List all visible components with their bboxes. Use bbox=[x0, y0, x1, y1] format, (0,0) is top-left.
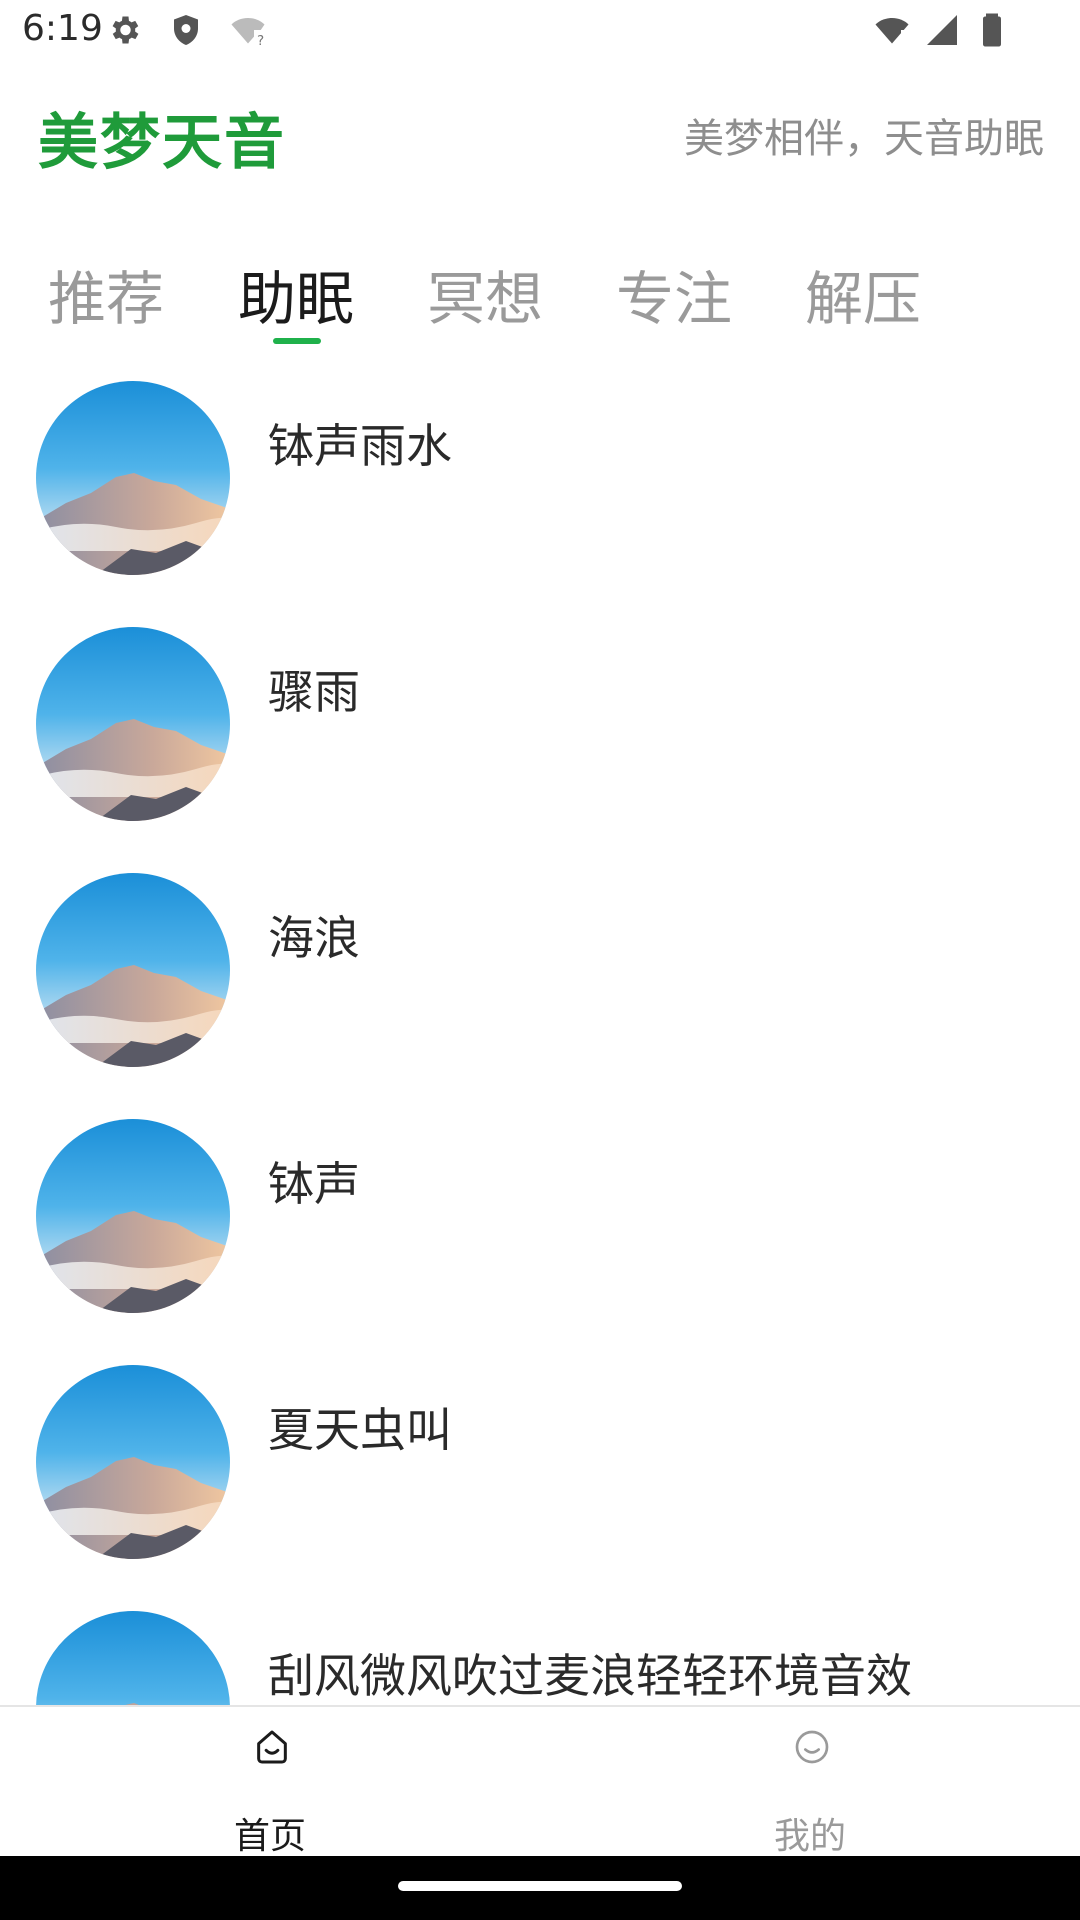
nav-mine-label: 我的 bbox=[773, 1816, 846, 1857]
system-nav-bar bbox=[0, 1856, 1080, 1920]
bottom-nav: 首页 我的 bbox=[0, 1705, 1080, 1857]
shield-icon bbox=[174, 15, 198, 45]
nav-mine[interactable]: 我的 bbox=[540, 1707, 1080, 1857]
mountain-landscape-image bbox=[36, 627, 230, 821]
status-time: 6:19 bbox=[22, 8, 103, 49]
tab-relax[interactable]: 解压 bbox=[805, 252, 921, 336]
list-item[interactable]: 夏天虫叫 bbox=[0, 1354, 1080, 1600]
home-face-icon bbox=[257, 1730, 287, 1764]
app-header: 美梦天音 美梦相伴，天音助眠 bbox=[0, 90, 1080, 180]
list-item[interactable]: 钵声雨水 bbox=[0, 370, 1080, 616]
app-screen: 6:19 ? 美梦天音 美梦相伴，天音助眠 推荐 助眠 冥想 专注 解压 钵声雨… bbox=[0, 0, 1080, 1920]
sound-list: 钵声雨水 骤雨 海浪 钵声 夏天虫叫 刮风微风吹过麦浪轻轻环境音效 bbox=[0, 370, 1080, 1706]
signal-icon bbox=[927, 15, 957, 45]
smile-icon bbox=[795, 1730, 829, 1764]
list-item-title: 海浪 bbox=[268, 911, 360, 965]
list-item[interactable]: 钵声 bbox=[0, 1108, 1080, 1354]
tab-recommend[interactable]: 推荐 bbox=[48, 252, 164, 336]
category-tabs: 推荐 助眠 冥想 专注 解压 bbox=[0, 240, 1080, 350]
battery-icon bbox=[983, 13, 1001, 47]
nav-home-label: 首页 bbox=[233, 1816, 306, 1857]
list-item[interactable]: 刮风微风吹过麦浪轻轻环境音效 bbox=[0, 1600, 1080, 1706]
list-item-title: 钵声雨水 bbox=[268, 419, 452, 473]
tab-sleep[interactable]: 助眠 bbox=[238, 252, 354, 336]
active-tab-indicator bbox=[273, 338, 321, 344]
mountain-landscape-image bbox=[36, 1119, 230, 1313]
wifi-unknown-icon: ? bbox=[231, 18, 265, 48]
list-item-title: 刮风微风吹过麦浪轻轻环境音效 bbox=[268, 1649, 912, 1703]
mountain-landscape-image bbox=[36, 381, 230, 575]
svg-text:?: ? bbox=[257, 33, 264, 48]
app-logo: 美梦天音 bbox=[38, 108, 286, 178]
list-item-title: 钵声 bbox=[268, 1157, 360, 1211]
gear-icon bbox=[112, 16, 139, 44]
nav-home[interactable]: 首页 bbox=[0, 1707, 540, 1857]
status-bar: 6:19 ? bbox=[0, 0, 1080, 64]
tab-focus[interactable]: 专注 bbox=[616, 252, 732, 336]
mountain-landscape-image bbox=[36, 873, 230, 1067]
mountain-landscape-image bbox=[36, 1611, 230, 1706]
list-item[interactable]: 海浪 bbox=[0, 862, 1080, 1108]
status-icons-right bbox=[874, 12, 1010, 48]
home-gesture-pill[interactable] bbox=[398, 1881, 682, 1891]
mountain-landscape-image bbox=[36, 1365, 230, 1559]
list-item-title: 骤雨 bbox=[268, 665, 360, 719]
list-item-title: 夏天虫叫 bbox=[268, 1403, 452, 1457]
app-slogan: 美梦相伴，天音助眠 bbox=[684, 116, 1044, 162]
wifi-icon bbox=[875, 18, 909, 44]
status-icons-left: ? bbox=[106, 12, 266, 48]
list-item[interactable]: 骤雨 bbox=[0, 616, 1080, 862]
tab-meditation[interactable]: 冥想 bbox=[427, 252, 543, 336]
